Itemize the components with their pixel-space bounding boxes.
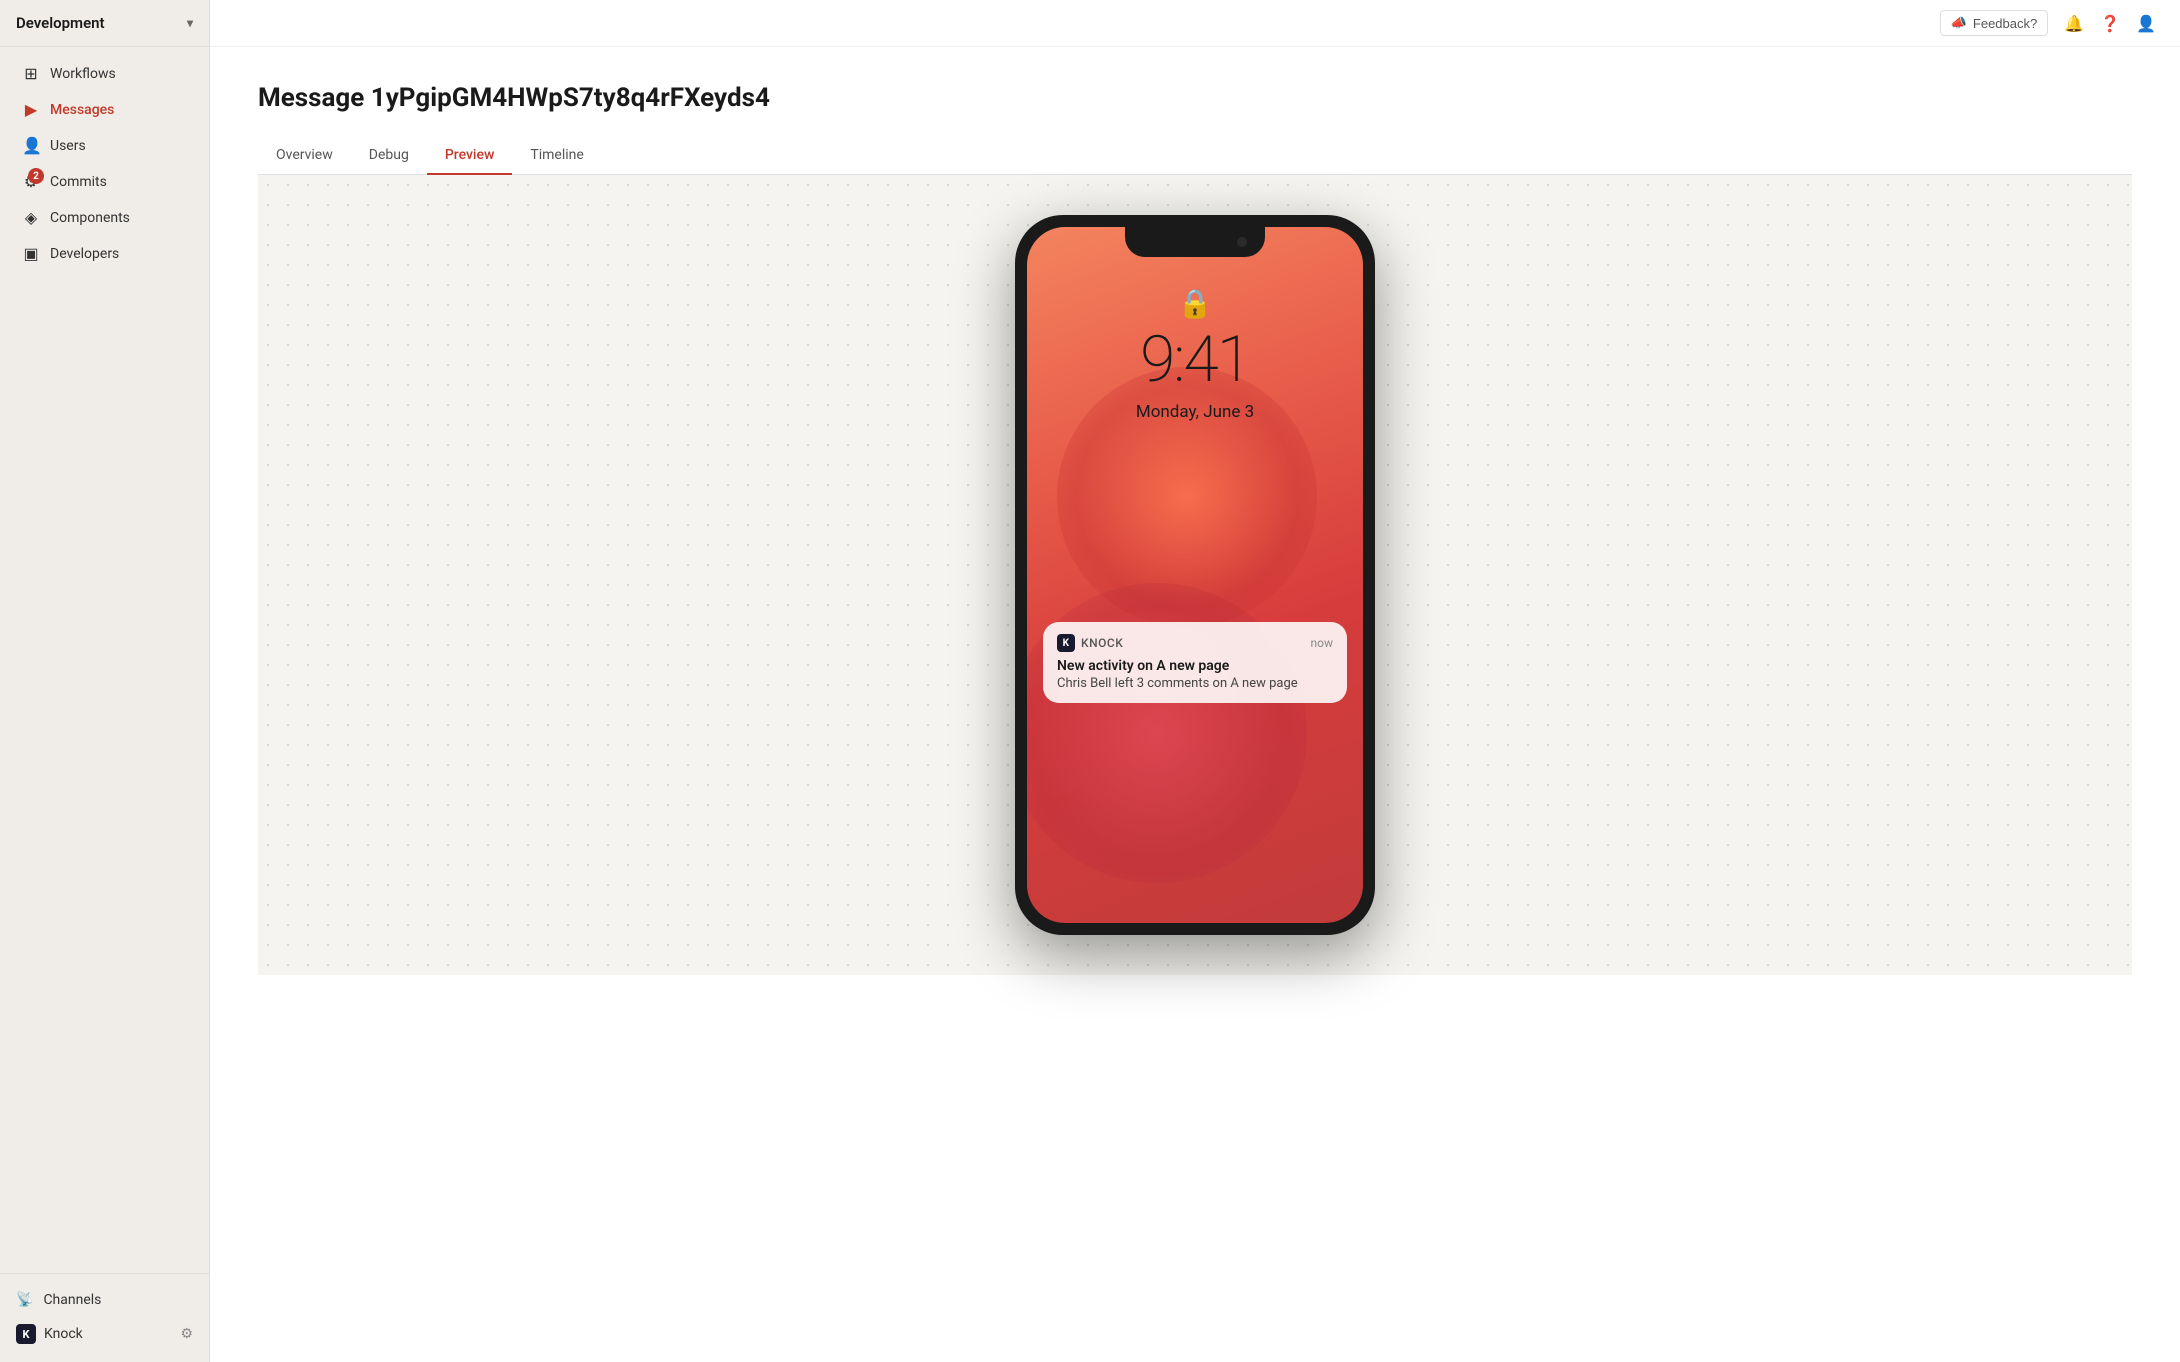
- feedback-button[interactable]: 📣 Feedback?: [1940, 10, 2049, 36]
- sidebar-title: Development: [16, 14, 105, 32]
- sidebar-item-label: Messages: [50, 102, 114, 118]
- knock-logo: K: [16, 1324, 36, 1344]
- notification-header: K KNOCK now: [1057, 634, 1333, 652]
- tab-timeline[interactable]: Timeline: [512, 137, 601, 175]
- notification-app: K KNOCK: [1057, 634, 1123, 652]
- sidebar-item-messages[interactable]: ▶ Messages: [6, 92, 203, 127]
- lock-icon: 🔒: [1178, 287, 1213, 320]
- phone-time: 9:41: [1140, 322, 1250, 397]
- feedback-label: Feedback?: [1973, 16, 2037, 31]
- workflows-icon: ⊞: [22, 64, 40, 83]
- sidebar-item-workflows[interactable]: ⊞ Workflows: [6, 56, 203, 91]
- chevron-down-icon: ▾: [187, 16, 193, 30]
- notification-card: K KNOCK now New activity on A new page C…: [1043, 622, 1347, 703]
- knock-left[interactable]: K Knock: [16, 1324, 83, 1344]
- sidebar-item-commits[interactable]: ⚙ Commits 2: [6, 164, 203, 199]
- sidebar-item-label: Workflows: [50, 66, 116, 82]
- tabs: Overview Debug Preview Timeline: [258, 137, 2132, 175]
- knock-app-logo: K: [1057, 634, 1075, 652]
- knock-label: Knock: [44, 1326, 83, 1342]
- channels-icon: 📡: [16, 1292, 33, 1308]
- sidebar: Development ▾ ⊞ Workflows ▶ Messages 👤 U…: [0, 0, 210, 1362]
- notification-body: Chris Bell left 3 comments on A new page: [1057, 676, 1333, 691]
- user-icon[interactable]: 👤: [2136, 14, 2156, 33]
- preview-area: 🔒 9:41 Monday, June 3 K KNOCK now: [258, 175, 2132, 975]
- channels-label: Channels: [43, 1292, 101, 1308]
- messages-icon: ▶: [22, 100, 40, 119]
- content-area: Message 1yPgipGM4HWpS7ty8q4rFXeyds4 Over…: [210, 47, 2180, 1362]
- top-bar: 📣 Feedback? 🔔 ❓ 👤: [210, 0, 2180, 47]
- notification-app-name: KNOCK: [1081, 636, 1123, 650]
- sidebar-bottom: 📡 Channels K Knock ⚙: [0, 1273, 209, 1362]
- developers-icon: ▣: [22, 244, 40, 263]
- sidebar-header[interactable]: Development ▾: [0, 0, 209, 47]
- sidebar-item-label: Developers: [50, 246, 119, 262]
- sidebar-nav: ⊞ Workflows ▶ Messages 👤 Users ⚙ Commits…: [0, 47, 209, 1273]
- settings-icon[interactable]: ⚙: [180, 1326, 193, 1342]
- sidebar-item-developers[interactable]: ▣ Developers: [6, 236, 203, 271]
- tab-overview[interactable]: Overview: [258, 137, 351, 175]
- phone-date: Monday, June 3: [1136, 402, 1254, 422]
- notification-title: New activity on A new page: [1057, 658, 1333, 674]
- sidebar-item-users[interactable]: 👤 Users: [6, 128, 203, 163]
- users-icon: 👤: [22, 136, 40, 155]
- commits-badge: 2: [28, 168, 44, 184]
- phone-screen: 🔒 9:41 Monday, June 3 K KNOCK now: [1027, 227, 1363, 923]
- sidebar-item-label: Commits: [50, 174, 107, 190]
- sidebar-item-channels[interactable]: 📡 Channels: [0, 1284, 209, 1316]
- phone-notch: [1125, 227, 1265, 257]
- bell-icon[interactable]: 🔔: [2064, 14, 2084, 33]
- camera-icon: [1237, 237, 1247, 247]
- knock-item: K Knock ⚙: [0, 1316, 209, 1352]
- help-icon[interactable]: ❓: [2100, 14, 2120, 33]
- main-content: 📣 Feedback? 🔔 ❓ 👤 Message 1yPgipGM4HWpS7…: [210, 0, 2180, 1362]
- page-title: Message 1yPgipGM4HWpS7ty8q4rFXeyds4: [258, 83, 2132, 113]
- notification-time: now: [1311, 636, 1334, 650]
- tab-preview[interactable]: Preview: [427, 137, 513, 175]
- sidebar-item-label: Components: [50, 210, 130, 226]
- sidebar-item-label: Users: [50, 138, 86, 154]
- megaphone-icon: 📣: [1951, 15, 1967, 31]
- tab-debug[interactable]: Debug: [351, 137, 427, 175]
- components-icon: ◈: [22, 208, 40, 227]
- phone-mockup: 🔒 9:41 Monday, June 3 K KNOCK now: [1015, 215, 1375, 935]
- sidebar-item-components[interactable]: ◈ Components: [6, 200, 203, 235]
